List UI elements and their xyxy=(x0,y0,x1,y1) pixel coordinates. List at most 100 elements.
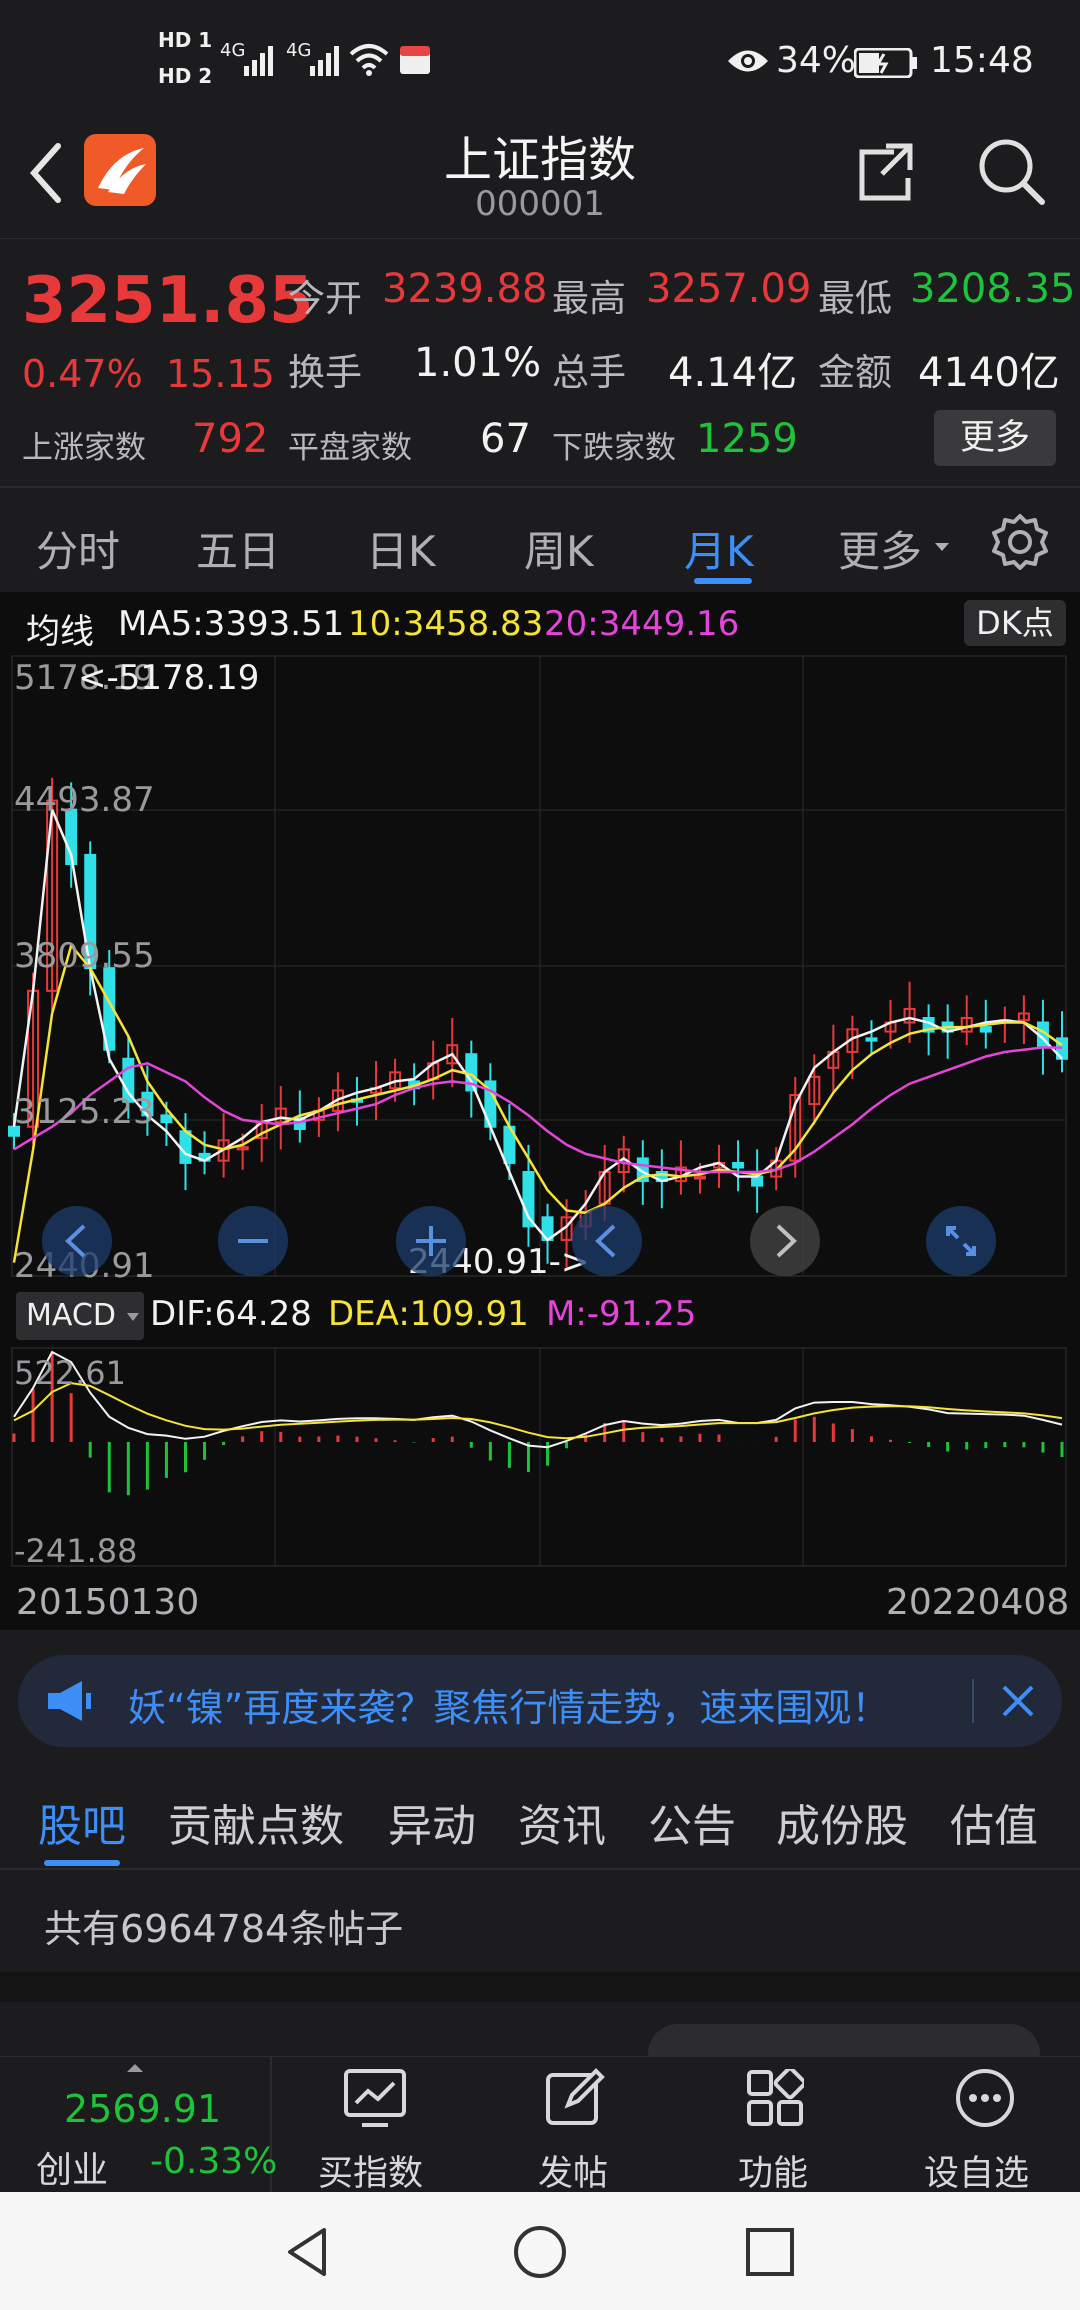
candle-body xyxy=(979,1026,992,1033)
macd-selector[interactable]: MACD xyxy=(16,1292,144,1340)
tab-five-day[interactable]: 五日 xyxy=(196,518,280,579)
hd1-indicator: HD 1 xyxy=(158,28,213,52)
filter-pill xyxy=(648,2024,1040,2056)
wifi-icon xyxy=(348,42,390,85)
bottom-nav: 2569.91 创业 -0.33% 买指数 发帖 功能 设自选 xyxy=(0,2056,1080,2194)
scroll-back-button[interactable] xyxy=(572,1206,642,1276)
up-count: 792 xyxy=(192,416,269,462)
app-header: 上证指数 000001 xyxy=(0,120,1080,239)
news-banner[interactable]: 妖“镍”再度来袭？聚焦行情走势，速来围观！ xyxy=(18,1655,1062,1747)
price-axis-4: 3125.23 xyxy=(14,1092,155,1132)
chevron-down-icon xyxy=(127,1313,139,1321)
open-label: 今开 xyxy=(288,277,362,320)
banner-close-button[interactable] xyxy=(990,1673,1046,1729)
tab-daily-k[interactable]: 日K xyxy=(366,518,436,579)
candlesticks xyxy=(8,777,1068,1268)
macd-histogram xyxy=(12,1352,1064,1496)
tab-announcement[interactable]: 公告 xyxy=(648,1790,736,1854)
scroll-left-button[interactable] xyxy=(42,1206,112,1276)
candle-body xyxy=(732,1161,745,1169)
post-count: 共有6964784条帖子 xyxy=(44,1907,404,1951)
battery-percent: 34% xyxy=(776,40,857,81)
high-value: 3257.09 xyxy=(646,266,812,312)
tab-contribution[interactable]: 贡献点数 xyxy=(168,1790,344,1854)
index-change: -0.33% xyxy=(150,2141,278,2182)
plus-icon xyxy=(416,1226,446,1256)
edit-icon xyxy=(546,2068,605,2125)
nav-add-watchlist-label: 设自选 xyxy=(924,2154,1030,2194)
open-value: 3239.88 xyxy=(382,266,548,312)
macd-dea-line xyxy=(13,1382,1063,1440)
macd-dif-line xyxy=(13,1350,1063,1449)
candle-body xyxy=(693,1175,706,1180)
more-button-label: 更多 xyxy=(959,418,1030,458)
macd-selector-label: MACD xyxy=(26,1298,116,1333)
low-label: 最低 xyxy=(818,277,892,320)
period-tabs: 分时 五日 日K 周K 月K 更多 xyxy=(0,486,1080,594)
tab-monthly-k[interactable]: 月K xyxy=(684,518,754,579)
change-amount: 15.15 xyxy=(166,352,275,396)
signal-bars-1-icon xyxy=(244,44,274,87)
zoom-out-button[interactable] xyxy=(218,1206,288,1276)
macd-axis-bottom: -241.88 xyxy=(14,1532,138,1570)
macd-dif: DIF:64.28 xyxy=(150,1294,312,1334)
chevron-left-icon xyxy=(65,1224,86,1258)
turnover-value: 1.01% xyxy=(414,340,542,386)
tab-forum[interactable]: 股吧 xyxy=(38,1790,126,1854)
banner-text: 妖“镍”再度来袭？聚焦行情走势，速来围观！ xyxy=(128,1686,890,1730)
flat-count: 67 xyxy=(480,416,531,462)
search-button[interactable] xyxy=(976,136,1048,208)
ma-line-ma20 xyxy=(13,1046,1063,1174)
date-end: 20220408 xyxy=(886,1582,1070,1623)
more-button[interactable]: 更多 xyxy=(934,410,1056,466)
nav-post[interactable]: 发帖 xyxy=(510,2057,640,2194)
macd-axis-top: 522.61 xyxy=(14,1354,126,1392)
chart-monitor-icon xyxy=(344,2069,406,2127)
chart-settings-button[interactable] xyxy=(990,512,1050,572)
grid-icon xyxy=(747,2069,804,2126)
tab-more-chevron-icon xyxy=(934,538,950,557)
tab-news[interactable]: 资讯 xyxy=(518,1790,606,1854)
tab-constituents[interactable]: 成份股 xyxy=(776,1790,908,1854)
fullscreen-button[interactable] xyxy=(926,1206,996,1276)
tab-movement[interactable]: 异动 xyxy=(388,1790,476,1854)
system-home-button[interactable] xyxy=(510,2222,570,2282)
status-bar: HD 1 HD 2 4G 4G 34% 15:48 xyxy=(0,0,1080,120)
system-nav-bar xyxy=(0,2192,1080,2310)
tab-weekly-k[interactable]: 周K xyxy=(524,518,594,579)
tab-intraday[interactable]: 分时 xyxy=(36,518,120,579)
chevron-right-icon xyxy=(776,1224,797,1258)
scroll-right-button[interactable] xyxy=(750,1206,820,1276)
expand-icon xyxy=(946,1226,976,1256)
system-back-button[interactable] xyxy=(280,2222,340,2282)
signal2-label: 4G xyxy=(286,40,312,61)
minus-icon xyxy=(238,1239,268,1243)
system-recents-button[interactable] xyxy=(740,2222,800,2282)
amount-value: 4140亿 xyxy=(918,350,1060,396)
nav-add-watchlist[interactable]: 设自选 xyxy=(910,2057,1060,2194)
kline-chart[interactable] xyxy=(0,592,1080,1630)
price-grid xyxy=(11,655,1067,1277)
date-start: 20150130 xyxy=(16,1582,200,1623)
macd-dea: DEA:109.91 xyxy=(328,1294,529,1334)
amount-label: 金额 xyxy=(818,351,892,394)
nav-functions-label: 功能 xyxy=(738,2154,809,2194)
close-icon xyxy=(1002,1685,1034,1717)
share-button[interactable] xyxy=(852,138,920,206)
nav-functions[interactable]: 功能 xyxy=(710,2057,840,2194)
nav-buy-index[interactable]: 买指数 xyxy=(300,2057,450,2194)
macd-lines xyxy=(13,1350,1063,1449)
current-price: 3251.85 xyxy=(22,264,314,338)
chevron-up-icon xyxy=(127,2064,143,2072)
signal1-label: 4G xyxy=(220,40,246,61)
down-count: 1259 xyxy=(696,416,798,462)
tab-more[interactable]: 更多 xyxy=(838,518,922,579)
kline-chart-area: 均线 MA5:3393.51 10:3458.83 20:3449.16 DK点… xyxy=(0,592,1080,1630)
active-subtab-indicator xyxy=(44,1860,120,1866)
low-value: 3208.35 xyxy=(910,266,1076,312)
notification-app-icon xyxy=(398,44,432,85)
tab-valuation[interactable]: 估值 xyxy=(950,1790,1038,1854)
hd2-indicator: HD 2 xyxy=(158,64,213,88)
index-ticker[interactable]: 2569.91 创业 -0.33% xyxy=(0,2057,277,2193)
zoom-in-button[interactable] xyxy=(396,1206,466,1276)
